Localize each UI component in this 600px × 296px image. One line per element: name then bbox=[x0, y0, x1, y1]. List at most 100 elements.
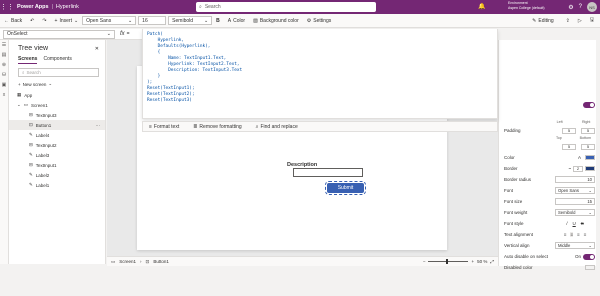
align-center-icon[interactable]: ≡ bbox=[570, 232, 573, 237]
padding-bottom-input[interactable]: 5 bbox=[581, 127, 595, 134]
chevron-down-icon: ⌄ bbox=[203, 17, 209, 24]
zoom-in-button[interactable]: + bbox=[471, 259, 474, 264]
font-weight-value: Semibold bbox=[172, 17, 194, 24]
breadcrumb-screen[interactable]: Screen1 bbox=[119, 259, 136, 264]
tree-item-button1[interactable]: ⊡ Button1 ··· bbox=[9, 120, 105, 130]
border-radius-row: Border radius 10 bbox=[499, 174, 600, 185]
tree-item-textinput3[interactable]: ⊟ TextInput3 bbox=[9, 110, 105, 120]
more-options-icon[interactable]: ··· bbox=[96, 123, 101, 128]
notification-icon[interactable]: 🔔 bbox=[478, 3, 485, 10]
align-left-icon[interactable]: ≡ bbox=[564, 232, 567, 237]
fit-screen-icon[interactable]: ⤢ bbox=[490, 259, 494, 264]
text-color-icon[interactable]: A bbox=[578, 155, 581, 160]
property-select[interactable]: OnSelect ⌄ bbox=[3, 29, 115, 39]
text-input-icon: ⊟ bbox=[29, 142, 33, 147]
breadcrumb-control[interactable]: Button1 bbox=[153, 259, 169, 264]
app-name[interactable]: Power Apps bbox=[17, 4, 49, 10]
format-text-button[interactable]: ≡ Format text bbox=[149, 124, 179, 130]
save-icon[interactable]: 🖫 bbox=[590, 17, 594, 25]
submit-button[interactable]: Submit bbox=[325, 181, 366, 195]
zoom-slider-thumb[interactable] bbox=[446, 259, 449, 264]
border-style-icon[interactable]: ⎯ bbox=[569, 166, 571, 171]
tree-item-label: Label4 bbox=[35, 132, 50, 138]
settings-button[interactable]: ⚙ Settings bbox=[303, 14, 336, 28]
strikethrough-icon[interactable]: S bbox=[581, 221, 584, 226]
border-width-input[interactable]: 2 bbox=[573, 165, 583, 172]
padding-right-input[interactable]: 5 bbox=[581, 143, 595, 150]
properties-scrollbar[interactable] bbox=[596, 40, 600, 266]
tree-search-input[interactable]: ⌕ Search bbox=[18, 68, 99, 77]
border-radius-input[interactable]: 10 bbox=[555, 176, 595, 183]
font-size-input[interactable]: 16 bbox=[138, 16, 167, 25]
tree-item-textinput2[interactable]: ⊟ TextInput2 bbox=[9, 140, 105, 150]
environment-picker[interactable]: Environment Aspen College (default) bbox=[508, 1, 545, 10]
zoom-slider[interactable] bbox=[428, 259, 469, 264]
tree-item-label4[interactable]: ✎ Label4 bbox=[9, 130, 105, 140]
new-screen-button[interactable]: + New screen ⌄ bbox=[18, 81, 105, 87]
description-input[interactable] bbox=[293, 168, 363, 177]
settings-label: Settings bbox=[313, 17, 332, 24]
tab-screens[interactable]: Screens bbox=[18, 56, 38, 64]
tree-item-textinput1[interactable]: ⊟ TextInput1 bbox=[9, 160, 105, 170]
property-toggle[interactable] bbox=[583, 102, 595, 108]
preview-icon[interactable]: ▷ bbox=[578, 18, 582, 24]
background-color-button[interactable]: ▨ Background color bbox=[249, 14, 303, 28]
insert-button[interactable]: + Insert ⌄ bbox=[51, 14, 83, 28]
waffle-icon[interactable]: ⋮⋮ bbox=[0, 0, 14, 14]
tree-item-app[interactable]: ▦ App bbox=[9, 90, 105, 100]
label-icon: ✎ bbox=[29, 152, 33, 157]
close-icon[interactable]: ✕ bbox=[95, 46, 99, 52]
font-family-select[interactable]: Open Sans ⌄ bbox=[82, 16, 137, 25]
border-color-swatch[interactable] bbox=[585, 166, 595, 171]
formula-editor[interactable]: Patch( Hyperlink, Defaults(Hyperlink), {… bbox=[142, 29, 498, 119]
font-select[interactable]: Open Sans ⌄ bbox=[555, 187, 595, 194]
align-justify-icon[interactable]: ≡ bbox=[584, 232, 587, 237]
tree-item-label3[interactable]: ✎ Label3 bbox=[9, 150, 105, 160]
color-button[interactable]: A Color bbox=[224, 14, 249, 28]
italic-icon[interactable]: / bbox=[566, 221, 567, 226]
media-icon[interactable]: ▣ bbox=[0, 80, 8, 90]
disabled-color-swatch[interactable] bbox=[585, 265, 595, 270]
share-icon[interactable]: ⇪ bbox=[566, 18, 570, 24]
find-icon: ⌕ bbox=[255, 123, 259, 130]
global-search-input[interactable]: ⌕ Search bbox=[196, 2, 376, 12]
auto-disable-toggle[interactable] bbox=[583, 253, 595, 260]
underline-icon[interactable]: U bbox=[573, 221, 576, 226]
bold-button[interactable]: B bbox=[212, 14, 224, 28]
find-replace-button[interactable]: ⌕ Find and replace bbox=[256, 124, 298, 130]
tree-item-label2[interactable]: ✎ Label2 bbox=[9, 170, 105, 180]
editing-button[interactable]: ✎ Editing bbox=[528, 14, 558, 28]
avatar[interactable]: NS bbox=[587, 2, 597, 12]
redo-button[interactable]: ↷ bbox=[38, 14, 50, 28]
tree-item-label: TextInput3 bbox=[35, 112, 57, 118]
zoom-out-button[interactable]: − bbox=[423, 259, 426, 264]
help-icon[interactable]: ? bbox=[579, 4, 582, 10]
font-weight-select[interactable]: Semibold ⌄ bbox=[555, 209, 595, 216]
padding-top-input[interactable]: 5 bbox=[562, 127, 576, 134]
variables-icon[interactable]: x bbox=[0, 90, 8, 100]
insert-icon[interactable]: ⊕ bbox=[0, 60, 8, 70]
settings-icon[interactable]: ⚙ bbox=[568, 4, 573, 11]
vertical-align-select[interactable]: Middle ⌄ bbox=[555, 242, 595, 249]
screen-icon: ▭ bbox=[23, 102, 29, 107]
padding-left-input[interactable]: 5 bbox=[562, 143, 576, 150]
padding-sublabel-left: Left bbox=[556, 120, 563, 124]
padding-sublabel-bottom: Bottom bbox=[579, 136, 592, 140]
back-label: Back bbox=[11, 17, 23, 24]
fill-color-swatch[interactable] bbox=[585, 155, 595, 160]
tree-item-label1[interactable]: ✎ Label1 bbox=[9, 180, 105, 190]
font-size-input[interactable]: 15 bbox=[555, 198, 595, 205]
font-weight-select[interactable]: Semibold ⌄ bbox=[168, 16, 213, 25]
tree-item-screen1[interactable]: ⌄ ▭ Screen1 bbox=[9, 100, 105, 110]
align-right-icon[interactable]: ≡ bbox=[577, 232, 580, 237]
menu-icon[interactable]: ☰ bbox=[0, 40, 8, 50]
data-icon[interactable]: ⛁ bbox=[0, 70, 8, 80]
formula-code[interactable]: Patch( Hyperlink, Defaults(Hyperlink), {… bbox=[143, 29, 497, 107]
font-weight-label: Font weight bbox=[504, 210, 528, 215]
undo-button[interactable]: ↶ bbox=[26, 14, 38, 28]
font-style-row: Font style / U S bbox=[499, 218, 600, 229]
back-button[interactable]: ← Back bbox=[0, 14, 26, 28]
tree-view-icon[interactable]: ▤ bbox=[0, 50, 8, 60]
tab-components[interactable]: Components bbox=[43, 56, 71, 64]
remove-formatting-button[interactable]: ≣ Remove formatting bbox=[193, 124, 241, 130]
